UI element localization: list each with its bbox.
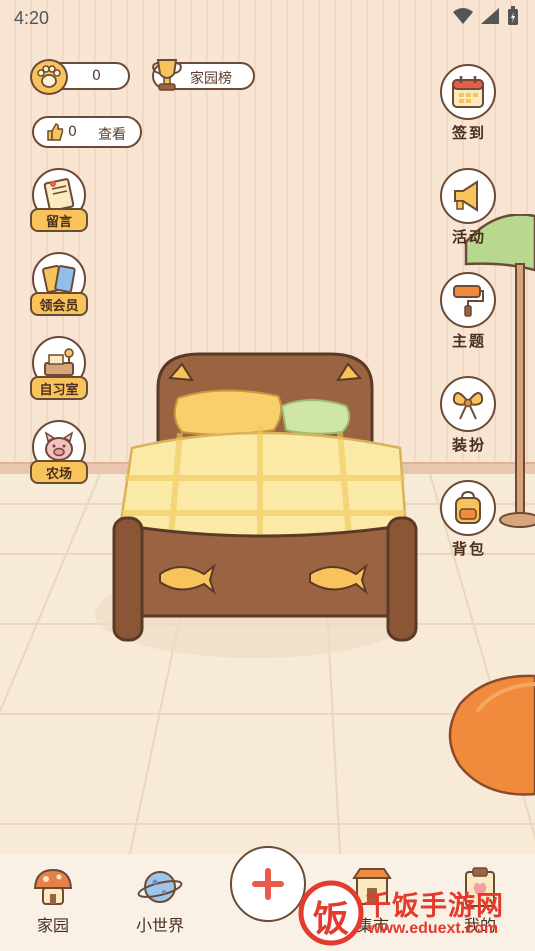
- nav-label: 小世界: [135, 916, 184, 935]
- megaphone-icon: [454, 180, 478, 212]
- paint-roller-icon: [453, 285, 484, 317]
- status-time: 4:20: [14, 8, 50, 28]
- view-label: 查看: [98, 127, 126, 143]
- watermark-url: www.eduext.com: [368, 920, 499, 937]
- plus-icon: [252, 868, 284, 900]
- nav-small-world[interactable]: 小世界: [125, 854, 195, 944]
- watermark: 饭 千饭手游网 www.eduext.com: [298, 878, 528, 948]
- trophy-icon: [152, 59, 182, 91]
- battery-icon: [508, 6, 518, 25]
- left-menu-label: 自习室: [30, 376, 88, 400]
- watermark-text: 千饭手游网: [364, 891, 504, 922]
- calendar-icon: [452, 76, 484, 108]
- membership-button[interactable]: 领会员: [30, 252, 88, 322]
- wifi-icon: [453, 8, 473, 24]
- events-button[interactable]: 活动: [440, 168, 498, 248]
- signal-icon: [481, 8, 499, 24]
- theme-button[interactable]: 主题: [440, 272, 498, 352]
- status-icons: [453, 6, 519, 26]
- paw-count: 0: [92, 68, 101, 84]
- nav-home[interactable]: 家园: [18, 854, 88, 944]
- bean-bag[interactable]: [446, 674, 535, 798]
- backpack-button[interactable]: 背包: [440, 480, 498, 560]
- paw-currency[interactable]: 0: [30, 59, 130, 95]
- like-count: 0: [68, 124, 77, 140]
- right-menu-label: 背包: [451, 540, 486, 558]
- right-menu-label: 装扮: [451, 436, 486, 454]
- thumbs-up-icon: [47, 123, 64, 141]
- left-menu-label: 留言: [30, 208, 88, 232]
- check-in-button[interactable]: 签到: [440, 64, 498, 144]
- message-board-button[interactable]: 留言: [30, 168, 88, 238]
- ranking-label: 家园榜: [190, 71, 232, 87]
- add-button[interactable]: [230, 846, 306, 922]
- bow-icon: [452, 392, 484, 420]
- left-menu-label: 领会员: [30, 292, 88, 316]
- watermark-logo-char: 饭: [312, 899, 349, 940]
- backpack-icon: [455, 490, 481, 524]
- left-menu-label: 农场: [30, 460, 88, 484]
- dress-up-button[interactable]: 装扮: [440, 376, 498, 456]
- paw-icon: [30, 59, 68, 95]
- home-ranking-button[interactable]: 家园榜: [152, 59, 255, 91]
- nav-label: 家园: [36, 916, 69, 935]
- planet-icon: [137, 871, 183, 903]
- mushroom-house-icon: [33, 868, 73, 905]
- study-room-button[interactable]: 自习室: [30, 336, 88, 406]
- cat-bed[interactable]: [110, 348, 420, 648]
- right-menu-label: 活动: [451, 228, 486, 246]
- farm-button[interactable]: 农场: [30, 420, 88, 490]
- right-menu-label: 签到: [451, 124, 486, 142]
- view-likes-button[interactable]: 0 查看: [32, 116, 142, 148]
- right-menu-label: 主题: [451, 332, 486, 350]
